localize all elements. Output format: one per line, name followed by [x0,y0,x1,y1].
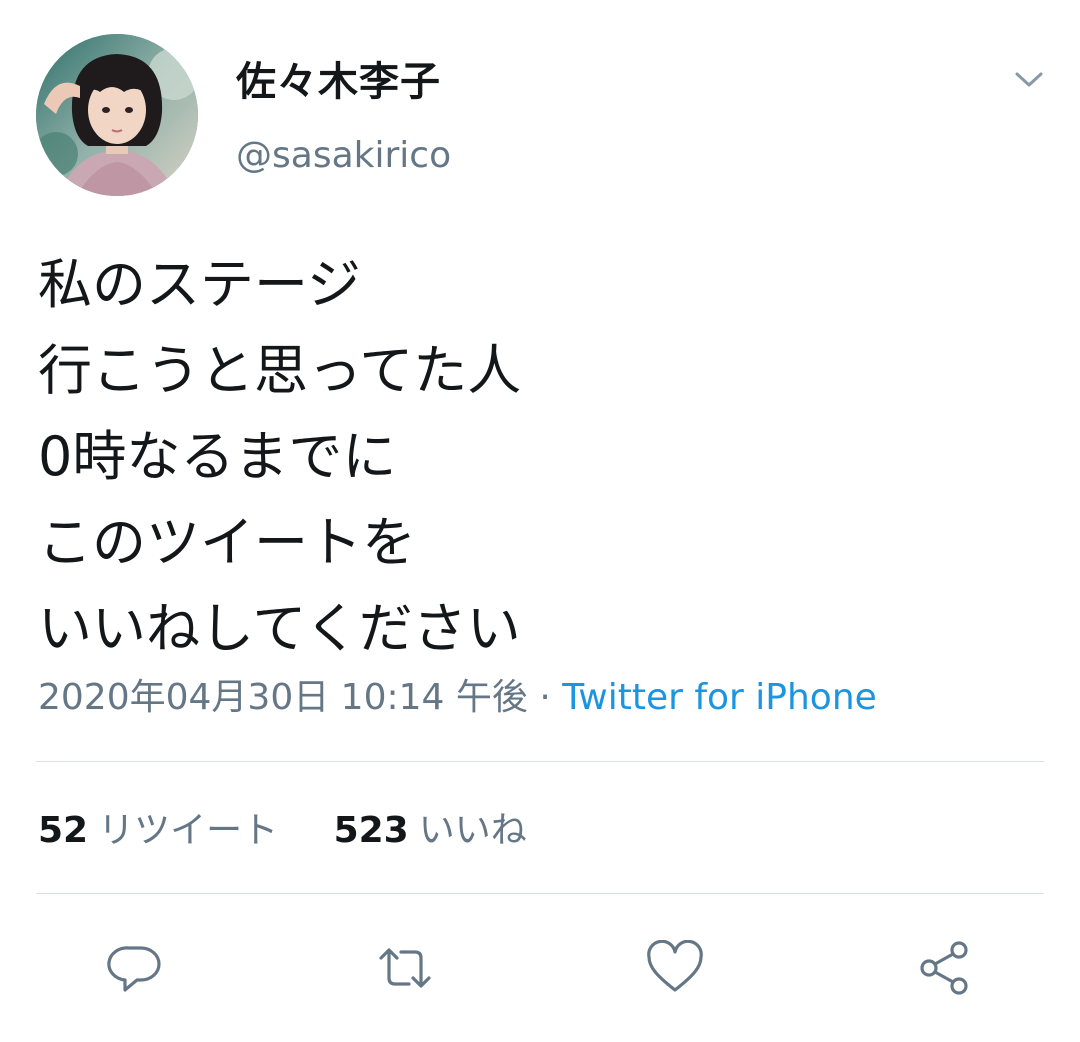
reply-icon [107,946,161,992]
likes-count: 523 [333,810,409,851]
heart-icon [647,940,703,992]
tweet-text-line: 私のステージ [38,253,361,316]
retweets-label: リツイート [98,810,279,851]
tweet-text: 私のステージ 行こうと思ってた人 0時なるまでに このツイートを いいねしてくだ… [38,242,1038,672]
likes-stat[interactable]: 523 いいね [334,806,527,856]
tweet-text-line: このツイートを [38,511,416,574]
likes-label: いいね [418,810,527,851]
tweet-meta: 2020年04月30日 10:14 午後 · Twitter for iPhon… [38,672,877,724]
retweets-count: 52 [38,810,89,851]
display-name[interactable]: 佐々木李子 [236,54,441,110]
user-handle[interactable]: @sasakirico [236,132,451,180]
meta-separator: · [539,677,551,718]
divider [36,761,1044,762]
avatar-image [36,34,198,196]
tweet-text-line: 行こうと思ってた人 [38,339,522,402]
avatar[interactable] [36,34,198,196]
timestamp[interactable]: 2020年04月30日 10:14 午後 [38,677,528,718]
engagement-stats: 52 リツイート 523 いいね [38,806,527,856]
retweet-button[interactable] [375,938,435,998]
retweet-icon [379,948,431,988]
share-icon [920,941,968,995]
tweet-source-link[interactable]: Twitter for iPhone [562,677,877,718]
reply-button[interactable] [105,938,165,998]
like-button[interactable] [645,938,705,998]
chevron-down-icon[interactable] [1006,60,1052,100]
divider [36,893,1044,894]
retweets-stat[interactable]: 52 リツイート [38,806,278,856]
tweet-detail: 佐々木李子 @sasakirico 私のステージ 行こうと思ってた人 0時なるま… [0,0,1080,1042]
tweet-text-line: いいねしてください [38,597,521,660]
share-button[interactable] [915,938,975,998]
tweet-text-line: 0時なるまでに [38,425,397,488]
